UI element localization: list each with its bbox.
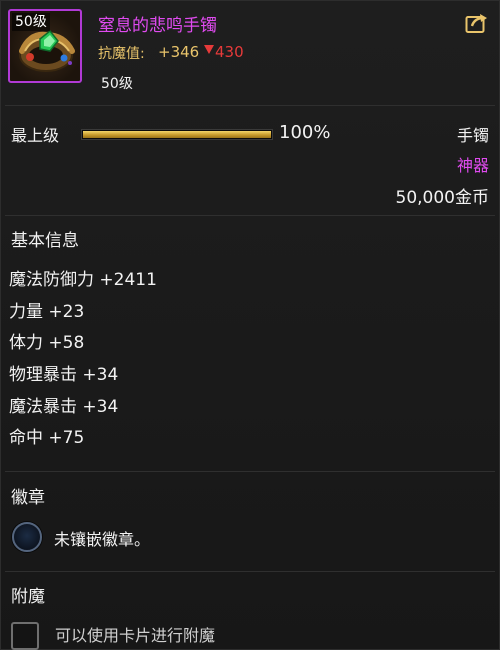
item-icon-frame[interactable]: 50级	[8, 9, 82, 83]
item-type: 手镯	[456, 126, 489, 145]
divider	[5, 471, 495, 472]
stat-row: 物理暴击 +34	[9, 365, 119, 386]
resist-value: +346	[158, 43, 200, 61]
divider	[5, 105, 495, 106]
badge-status-text: 未镶嵌徽章。	[54, 530, 151, 549]
stat-row: 力量 +23	[9, 301, 85, 322]
resist-decrease-value: 430	[215, 43, 244, 61]
stat-row: 魔法暴击 +34	[9, 396, 119, 417]
stat-row: 命中 +75	[9, 428, 85, 449]
basic-info-title: 基本信息	[11, 231, 79, 251]
stat-row: 体力 +58	[9, 333, 85, 354]
item-level-badge: 50级	[12, 13, 50, 31]
divider	[5, 215, 495, 216]
stat-row: 魔法防御力 +2411	[9, 270, 157, 290]
badge-slot[interactable]	[12, 522, 42, 552]
required-level: 50级	[101, 76, 133, 92]
badge-title: 徽章	[11, 488, 45, 508]
item-tooltip-panel: 50级 窒息的悲鸣手镯 抗魔值: +346 430 50级 最上级 100% 手…	[0, 0, 500, 650]
upgrade-label: 最上级	[11, 126, 60, 145]
share-icon	[465, 14, 487, 33]
divider	[5, 571, 495, 572]
item-name: 窒息的悲鸣手镯	[98, 16, 217, 36]
upgrade-progress-text: 100%	[279, 122, 331, 143]
enchant-title: 附魔	[11, 587, 45, 607]
stats-list: 魔法防御力 +2411 力量 +23 体力 +58 物理暴击 +34 魔法暴击 …	[9, 268, 157, 458]
enchant-slot[interactable]	[11, 622, 39, 650]
upgrade-progress-fill	[83, 131, 271, 138]
enchant-hint-text: 可以使用卡片进行附魔	[55, 626, 216, 645]
share-button[interactable]	[465, 12, 489, 34]
down-arrow-icon	[204, 45, 214, 54]
upgrade-progress-bar	[81, 129, 273, 140]
item-grade: 神器	[456, 156, 489, 175]
resist-label: 抗魔值:	[98, 46, 145, 62]
item-price: 50,000金币	[395, 188, 489, 208]
